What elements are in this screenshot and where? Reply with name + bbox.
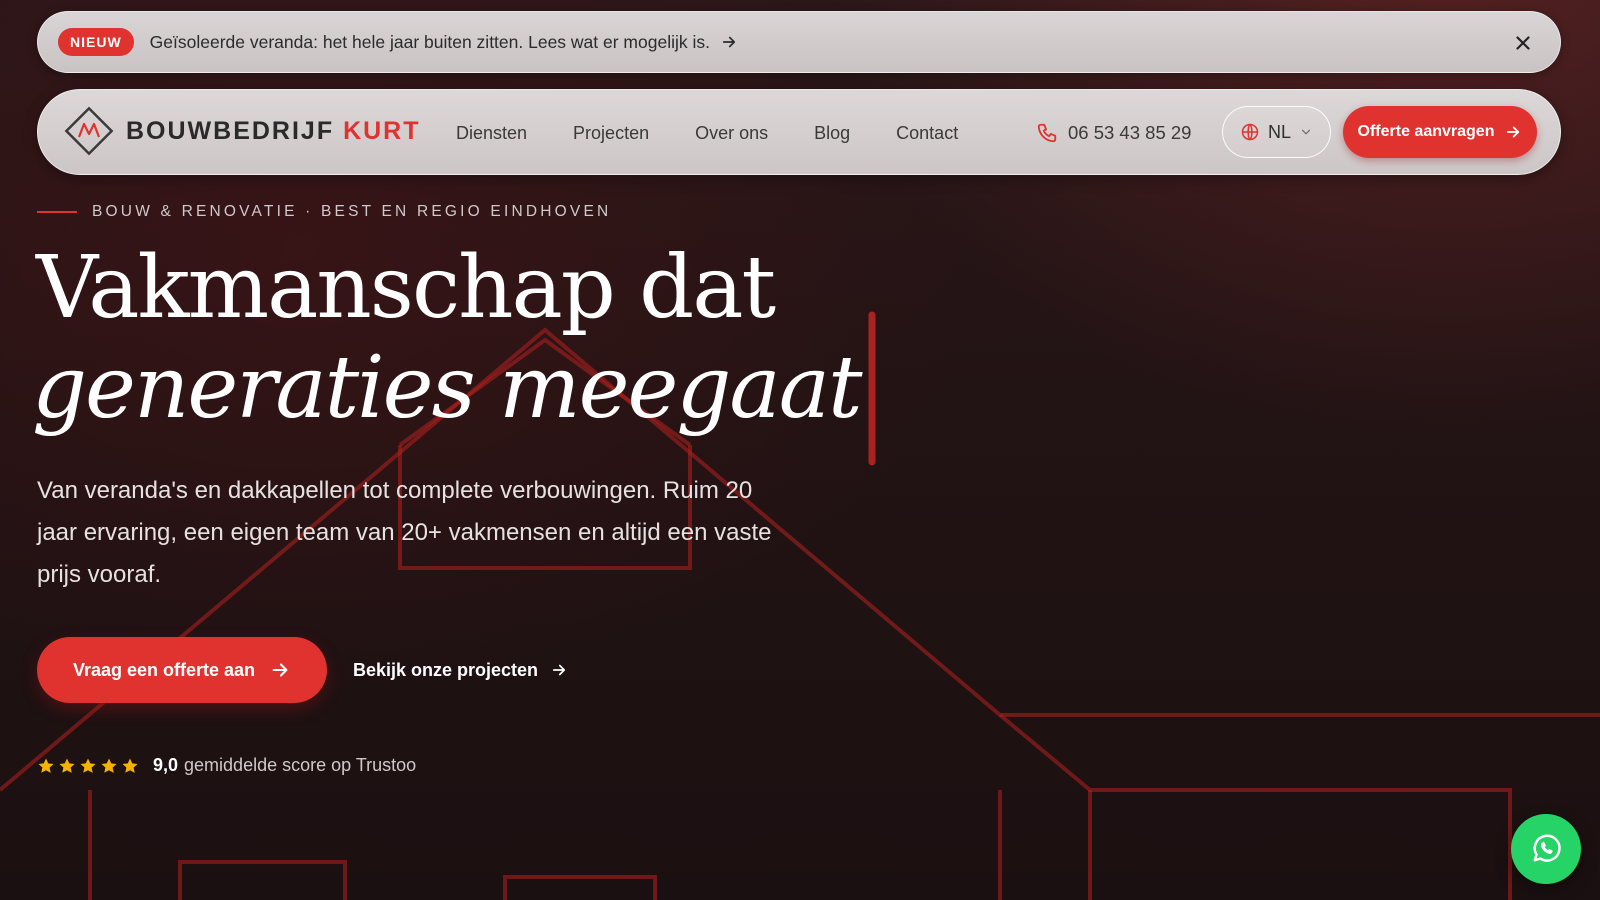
announcement-text[interactable]: Geïsoleerde veranda: het hele jaar buite…: [150, 32, 710, 53]
star-icon: [38, 758, 54, 773]
quote-request-button[interactable]: Offerte aanvragen: [1343, 106, 1537, 158]
nav-links: Diensten Projecten Over ons Blog Contact: [456, 90, 958, 176]
language-selector[interactable]: NL: [1222, 106, 1331, 158]
phone-number: 06 53 43 85 29: [1068, 122, 1192, 143]
star-rating: [37, 757, 139, 775]
hero-title-line2: generaties meegaat: [32, 338, 863, 438]
view-projects-label: Bekijk onze projecten: [353, 659, 539, 680]
nav-link-projecten[interactable]: Projecten: [573, 123, 649, 144]
arrow-right-icon: [1507, 126, 1520, 138]
nav-link-diensten[interactable]: Diensten: [456, 123, 527, 144]
quote-request-label: Offerte aanvragen: [1357, 123, 1495, 140]
whatsapp-button[interactable]: [1511, 814, 1581, 884]
nav-link-over-ons[interactable]: Over ons: [695, 123, 768, 144]
star-icon: [122, 758, 138, 773]
new-badge: NIEUW: [58, 28, 134, 56]
arrow-right-icon: [552, 664, 566, 676]
brand-name: BOUWBEDRIJF KURT: [126, 116, 421, 145]
hero-lead: Van veranda's en dakkapellen tot complet…: [37, 477, 772, 588]
language-code: NL: [1267, 121, 1291, 142]
announcement-bar[interactable]: NIEUW Geïsoleerde veranda: het hele jaar…: [37, 11, 1561, 73]
hero-eyebrow: BOUW & RENOVATIE · BEST EN REGIO EINDHOV…: [37, 203, 611, 221]
request-quote-label: Vraag een offerte aan: [72, 659, 256, 680]
chevron-down-icon: [1301, 129, 1311, 135]
hero-title-line1: Vakmanschap dat: [36, 238, 776, 338]
brand-logo[interactable]: BOUWBEDRIJF KURT: [62, 104, 421, 158]
eyebrow-divider: [37, 211, 77, 213]
view-projects-link[interactable]: Bekijk onze projecten: [353, 637, 568, 703]
nav-link-blog[interactable]: Blog: [814, 123, 850, 144]
arrow-right-icon[interactable]: [720, 33, 738, 51]
eyebrow-text: BOUW & RENOVATIE · BEST EN REGIO EINDHOV…: [92, 203, 612, 220]
star-icon: [101, 758, 117, 773]
phone-link[interactable]: 06 53 43 85 29: [1036, 90, 1191, 176]
rating-text: gemiddelde score op Trustoo: [184, 755, 417, 775]
globe-icon: [1241, 123, 1259, 141]
rating-summary: 9,0 gemiddelde score op Trustoo: [37, 755, 416, 776]
rating-score: 9,0: [153, 755, 179, 775]
star-icon: [59, 758, 75, 773]
whatsapp-icon: [1533, 834, 1561, 862]
nav-link-contact[interactable]: Contact: [896, 123, 958, 144]
phone-icon: [1037, 123, 1057, 143]
arrow-right-icon: [272, 663, 288, 677]
main-navigation: BOUWBEDRIJF KURT Diensten Projecten Over…: [37, 89, 1561, 175]
star-icon: [80, 758, 96, 773]
request-quote-button[interactable]: Vraag een offerte aan: [37, 637, 327, 703]
logo-diamond-icon: [64, 106, 114, 156]
close-icon[interactable]: [1512, 32, 1534, 54]
